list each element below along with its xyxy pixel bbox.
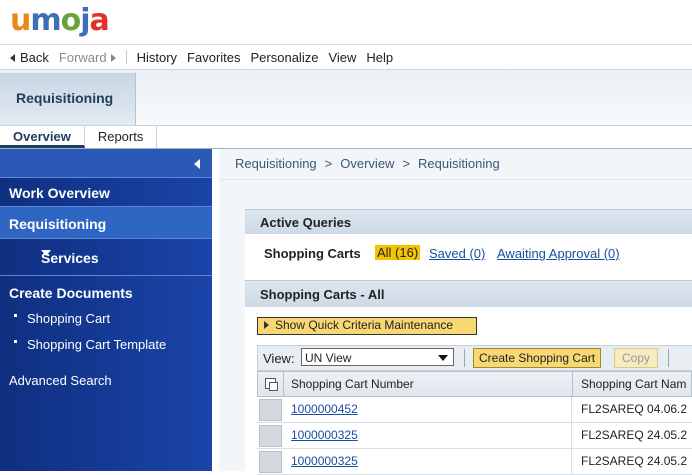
forward-button[interactable]: Forward — [59, 50, 116, 65]
row-selector[interactable] — [259, 399, 282, 421]
cart-number-link[interactable]: 1000000325 — [291, 454, 358, 468]
nav-services[interactable]: Services — [0, 241, 212, 276]
breadcrumb-current: Requisitioning — [418, 156, 500, 171]
nav-create-documents-heading: Create Documents — [9, 285, 133, 301]
back-arrow-icon — [10, 54, 15, 63]
column-divider — [572, 372, 573, 396]
nav-requisitioning[interactable]: Requisitioning — [0, 207, 212, 239]
nav-link-shopping-cart-template[interactable]: Shopping Cart Template — [14, 337, 166, 352]
shopping-carts-panel: Show Quick Criteria Maintenance View: UN… — [245, 307, 692, 475]
back-button[interactable]: Back — [10, 50, 49, 65]
menu-bar: Back Forward History Favorites Personali… — [0, 45, 692, 70]
create-shopping-cart-button[interactable]: Create Shopping Cart — [473, 348, 602, 368]
collapse-arrow-icon — [194, 159, 200, 169]
select-all-cell[interactable] — [258, 372, 284, 396]
view-label: View: — [263, 351, 295, 366]
toolbar-divider — [668, 349, 669, 367]
row-selector[interactable] — [259, 451, 282, 473]
divider — [219, 179, 692, 180]
nav-link-shopping-cart[interactable]: Shopping Cart — [14, 311, 110, 326]
column-header-name[interactable]: Shopping Cart Nam — [581, 377, 686, 391]
nav-advanced-search[interactable]: Advanced Search — [9, 373, 112, 388]
view-select[interactable]: UN View — [301, 348, 454, 366]
query-awaiting-approval-link[interactable]: Awaiting Approval (0) — [497, 246, 620, 261]
expand-arrow-icon — [264, 320, 269, 329]
bullet-icon — [14, 314, 17, 318]
app-header: umoja — [0, 0, 692, 45]
table-row: 1000000325 FL2SAREQ 24.05.2 — [257, 449, 692, 475]
tab-overview[interactable]: Overview — [0, 126, 85, 148]
cart-number-link[interactable]: 1000000325 — [291, 428, 358, 442]
row-selector[interactable] — [259, 425, 282, 447]
table-header: Shopping Cart Number Shopping Cart Nam — [257, 371, 692, 397]
quick-criteria-button[interactable]: Show Quick Criteria Maintenance — [257, 317, 477, 335]
tab-requisitioning-label: Requisitioning — [16, 90, 114, 106]
column-divider — [571, 397, 572, 422]
column-header-number[interactable]: Shopping Cart Number — [291, 377, 414, 391]
select-all-icon — [265, 378, 278, 391]
umoja-logo: umoja — [10, 3, 110, 38]
tab-reports[interactable]: Reports — [85, 126, 158, 148]
tab-requisitioning[interactable]: Requisitioning — [0, 73, 136, 125]
query-all-link[interactable]: All (16) — [375, 245, 421, 260]
queries-label: Shopping Carts — [264, 246, 361, 261]
active-queries-header: Active Queries — [245, 209, 692, 234]
query-saved-link[interactable]: Saved (0) — [429, 246, 485, 261]
navigation-panel: Work Overview Requisitioning Services Cr… — [0, 149, 212, 471]
active-queries-panel: Shopping Carts All (16) Saved (0) Awaiti… — [245, 234, 692, 280]
table-row: 1000000325 FL2SAREQ 24.05.2 — [257, 423, 692, 449]
collapse-nav-button[interactable] — [0, 149, 212, 178]
column-divider — [571, 449, 572, 474]
nav-work-overview[interactable]: Work Overview — [0, 178, 212, 207]
column-divider — [571, 423, 572, 448]
shopping-carts-header: Shopping Carts - All — [245, 280, 692, 307]
cart-name: FL2SAREQ 04.06.2 — [581, 402, 688, 416]
forward-arrow-icon — [110, 54, 116, 63]
menu-help[interactable]: Help — [366, 50, 393, 65]
cart-name: FL2SAREQ 24.05.2 — [581, 454, 688, 468]
copy-button[interactable]: Copy — [614, 348, 659, 368]
cart-name: FL2SAREQ 24.05.2 — [581, 428, 688, 442]
menu-view[interactable]: View — [328, 50, 356, 65]
bullet-icon — [14, 340, 17, 344]
cart-number-link[interactable]: 1000000452 — [291, 402, 358, 416]
breadcrumb-requisitioning[interactable]: Requisitioning — [235, 156, 317, 171]
menu-favorites[interactable]: Favorites — [187, 50, 240, 65]
chevron-down-icon — [438, 355, 448, 361]
toolbar-divider — [464, 349, 465, 367]
breadcrumb-overview[interactable]: Overview — [340, 156, 394, 171]
breadcrumb: Requisitioning > Overview > Requisitioning — [235, 156, 500, 171]
menu-personalize[interactable]: Personalize — [251, 50, 319, 65]
menu-divider — [125, 50, 127, 64]
menu-history[interactable]: History — [137, 50, 177, 65]
main-content: Requisitioning > Overview > Requisitioning A… — [219, 149, 692, 475]
table-row: 1000000452 FL2SAREQ 04.06.2 — [257, 397, 692, 423]
sub-tab-bar: Overview Reports — [0, 126, 692, 149]
table-toolbar: View: UN View Create Shopping Cart Copy — [257, 345, 692, 371]
